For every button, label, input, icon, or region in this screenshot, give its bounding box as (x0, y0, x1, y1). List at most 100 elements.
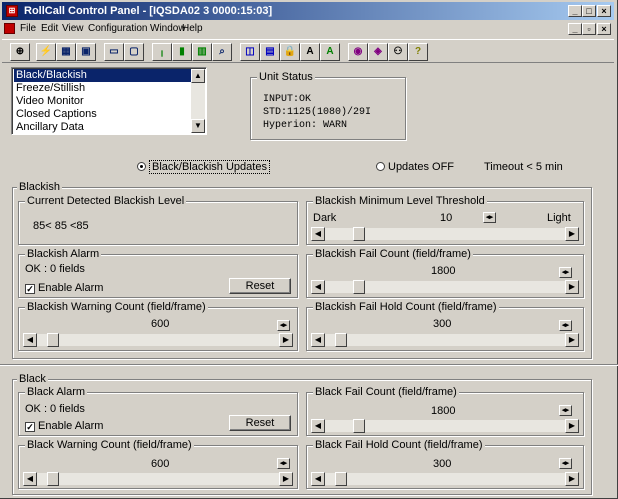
blackish-fail-hold-slider[interactable]: ◀ ▶ (311, 333, 579, 347)
title-bar[interactable]: ⊞ RollCall Control Panel - [IQSDA02 3 00… (2, 2, 614, 20)
users-icon[interactable]: ⚇ (388, 43, 408, 61)
minimize-icon[interactable]: _ (568, 5, 582, 17)
slider-thumb[interactable] (353, 227, 365, 241)
slider-thumb[interactable] (47, 472, 59, 486)
scroll-down-icon[interactable]: ▼ (191, 119, 205, 133)
list-item[interactable]: Ancillary Data (14, 121, 194, 134)
black-warning-slider[interactable]: ◀ ▶ (23, 472, 293, 486)
menu-file[interactable]: File (20, 21, 36, 37)
updates-off-radio[interactable]: Updates OFF (376, 161, 454, 174)
function-listbox[interactable]: Black/Blackish Freeze/Stillish Video Mon… (11, 67, 207, 135)
menu-edit[interactable]: Edit (41, 21, 58, 37)
blackish-warning-value: 600 (151, 318, 170, 330)
palette-icon[interactable]: ◈ (368, 43, 388, 61)
font-a-icon[interactable]: A (300, 43, 320, 61)
slider-thumb[interactable] (47, 333, 59, 347)
blackish-fail-count-slider[interactable]: ◀ ▶ (311, 280, 579, 294)
scroll-left-icon[interactable]: ◀ (23, 472, 37, 486)
listbox-scrollbar[interactable]: ▲ ▼ (191, 69, 205, 133)
scroll-right-icon[interactable]: ▶ (565, 472, 579, 486)
blackish-fail-hold-group: Blackish Fail Hold Count (field/frame) 3… (306, 301, 584, 351)
scroll-up-icon[interactable]: ▲ (191, 69, 205, 83)
threshold-slider[interactable]: ◀ ▶ (311, 227, 579, 241)
edit-icon[interactable]: ▣ (76, 43, 96, 61)
spin-icon[interactable]: ◂▸ (483, 212, 496, 223)
blackish-threshold-label: Blackish Minimum Level Threshold (313, 195, 487, 207)
network-icon[interactable]: ⊕ (10, 43, 30, 61)
scroll-left-icon[interactable]: ◀ (311, 333, 325, 347)
blackish-fail-hold-value: 300 (433, 318, 452, 330)
slider-thumb[interactable] (353, 419, 365, 433)
black-enable-alarm[interactable]: ✓ Enable Alarm (25, 420, 103, 433)
scroll-left-icon[interactable]: ◀ (311, 419, 325, 433)
menu-view[interactable]: View (62, 21, 84, 37)
dialog-icon[interactable]: ▢ (124, 43, 144, 61)
list-item[interactable]: Video Monitor (14, 95, 194, 108)
slider-thumb[interactable] (353, 280, 365, 294)
spin-icon[interactable]: ◂▸ (559, 458, 572, 469)
blackish-reset-button[interactable]: Reset (229, 278, 291, 294)
scroll-left-icon[interactable]: ◀ (311, 227, 325, 241)
list-item[interactable]: Freeze/Stillish (14, 82, 194, 95)
scroll-right-icon[interactable]: ▶ (565, 419, 579, 433)
scroll-right-icon[interactable]: ▶ (279, 472, 293, 486)
menu-window[interactable]: Window (150, 21, 186, 37)
divider (0, 364, 618, 366)
monitor-icon[interactable]: ▭ (104, 43, 124, 61)
check-icon[interactable]: ✓ (25, 284, 35, 294)
scroll-right-icon[interactable]: ▶ (565, 227, 579, 241)
scroll-right-icon[interactable]: ▶ (565, 333, 579, 347)
spin-icon[interactable]: ◂▸ (559, 405, 572, 416)
radio-dot[interactable] (376, 162, 385, 171)
window-icon[interactable]: ◫ (240, 43, 260, 61)
blackish-level-value: 85< 85 <85 (33, 220, 89, 232)
menu-configuration[interactable]: Configuration (88, 21, 147, 37)
panel-icon[interactable]: ▤ (260, 43, 280, 61)
window-title: RollCall Control Panel - [IQSDA02 3 0000… (24, 5, 273, 17)
child-close-icon[interactable]: × (597, 23, 611, 35)
spin-icon[interactable]: ◂▸ (559, 267, 572, 278)
black-reset-button[interactable]: Reset (229, 415, 291, 431)
black-fail-hold-slider[interactable]: ◀ ▶ (311, 472, 579, 486)
lock-icon[interactable]: 🔒 (280, 43, 300, 61)
bars-medium-icon[interactable]: ▮ (172, 43, 192, 61)
spin-icon[interactable]: ◂▸ (277, 458, 290, 469)
disk-icon[interactable]: ◉ (348, 43, 368, 61)
child-minimize-icon[interactable]: _ (568, 23, 582, 35)
toolbar: ⊕ ⚡ ▦ ▣ ▭ ▢ ╷ ▮ ▥ ⌕ ◫ ▤ 🔒 A A ◉ ◈ ⚇ ? (2, 39, 614, 63)
blackish-warning-slider[interactable]: ◀ ▶ (23, 333, 293, 347)
menu-help[interactable]: Help (182, 21, 203, 37)
updates-on-radio[interactable]: Black/Blackish Updates (137, 160, 270, 174)
close-icon[interactable]: × (597, 5, 611, 17)
font-a-green-icon[interactable]: A (320, 43, 340, 61)
black-fail-hold-label: Black Fail Hold Count (field/frame) (313, 439, 485, 451)
black-fail-count-slider[interactable]: ◀ ▶ (311, 419, 579, 433)
updates-on-label: Black/Blackish Updates (149, 160, 270, 174)
scroll-left-icon[interactable]: ◀ (23, 333, 37, 347)
spin-icon[interactable]: ◂▸ (277, 320, 290, 331)
scroll-right-icon[interactable]: ▶ (279, 333, 293, 347)
slider-thumb[interactable] (335, 333, 347, 347)
bars-small-icon[interactable]: ╷ (152, 43, 172, 61)
black-alarm-label: Black Alarm (25, 386, 88, 398)
blackish-enable-alarm[interactable]: ✓ Enable Alarm (25, 282, 103, 295)
scroll-left-icon[interactable]: ◀ (311, 472, 325, 486)
blackish-alarm-group: Blackish Alarm OK : 0 fields ✓ Enable Ala… (18, 248, 298, 298)
radio-dot[interactable] (137, 162, 146, 171)
search-icon[interactable]: ⌕ (212, 43, 232, 61)
spin-icon[interactable]: ◂▸ (559, 320, 572, 331)
list-item[interactable]: Black/Blackish (14, 69, 194, 82)
help-icon[interactable]: ? (408, 43, 428, 61)
list-item[interactable]: Closed Captions (14, 108, 194, 121)
bar-chart-icon[interactable]: ▥ (192, 43, 212, 61)
scroll-left-icon[interactable]: ◀ (311, 280, 325, 294)
slider-thumb[interactable] (335, 472, 347, 486)
maximize-icon[interactable]: □ (582, 5, 596, 17)
check-icon[interactable]: ✓ (25, 422, 35, 432)
child-restore-icon[interactable]: ▫ (582, 23, 596, 35)
tool-icon[interactable]: ▦ (56, 43, 76, 61)
blackish-level-label: Current Detected Blackish Level (25, 195, 187, 207)
lightning-icon[interactable]: ⚡ (36, 43, 56, 61)
scroll-right-icon[interactable]: ▶ (565, 280, 579, 294)
document-icon[interactable] (4, 23, 15, 34)
